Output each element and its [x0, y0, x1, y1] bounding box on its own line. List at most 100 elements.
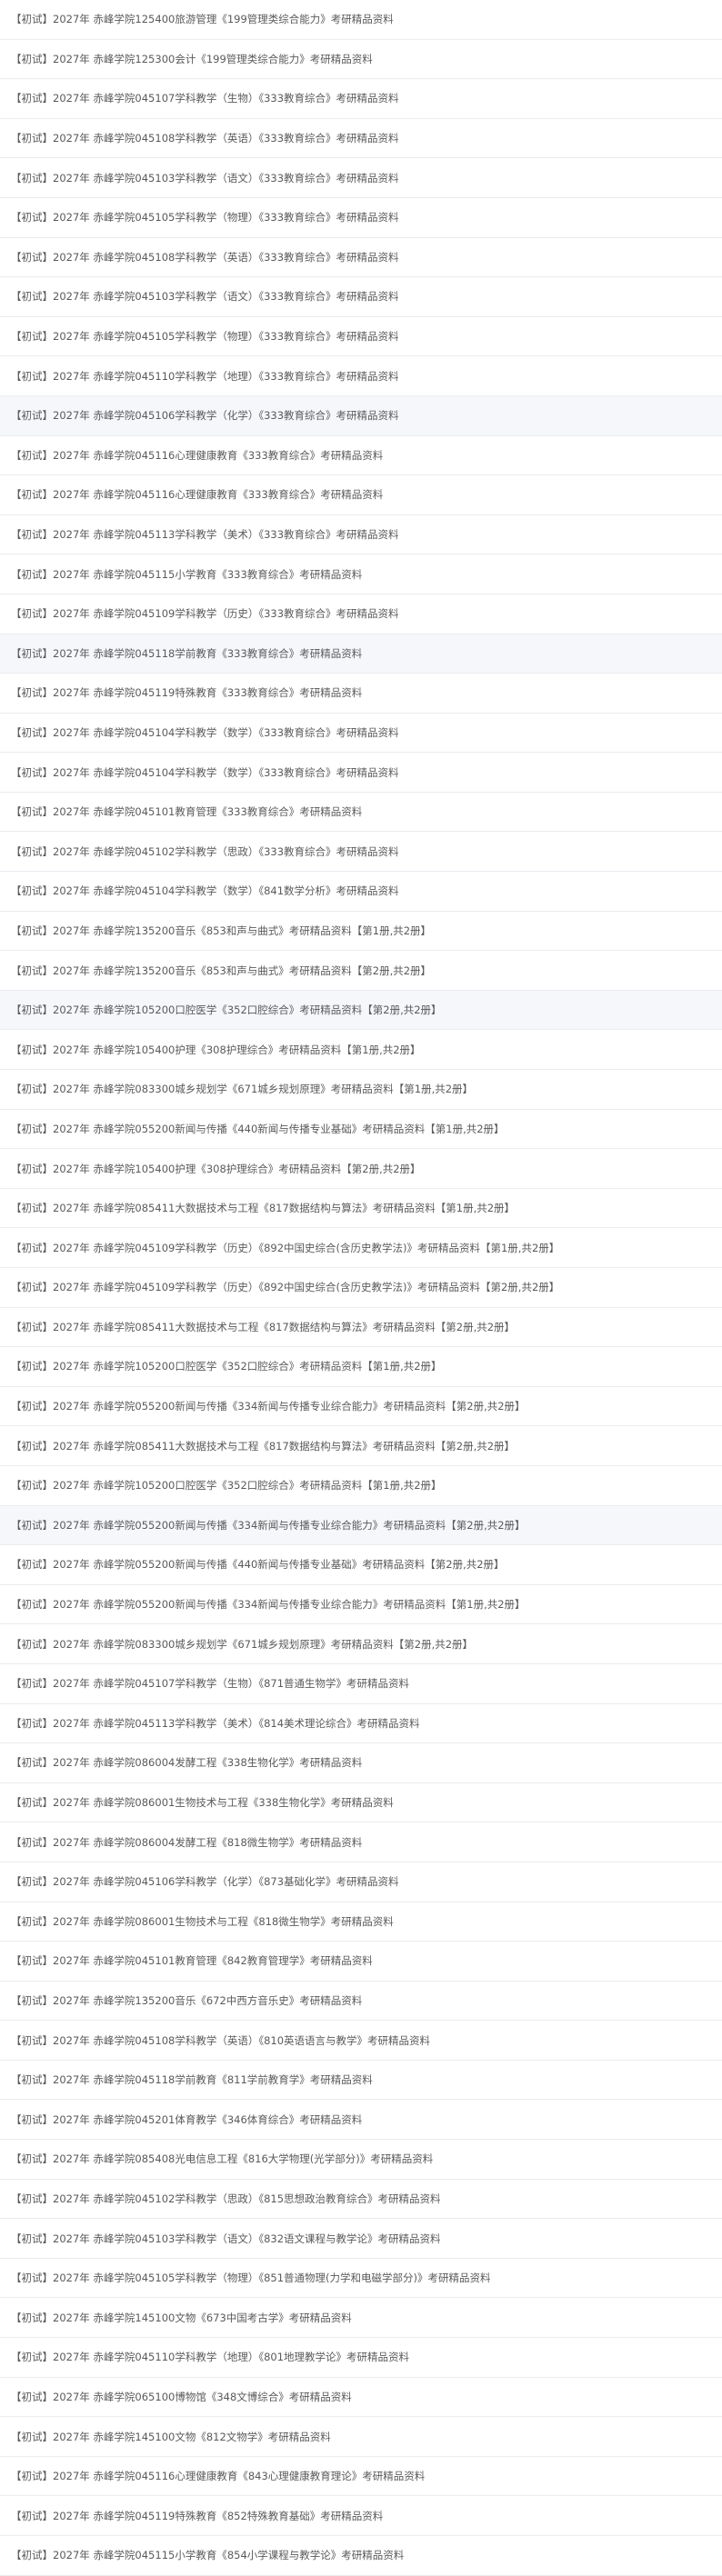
resource-link[interactable]: 【初试】2027年 赤峰学院055200新闻与传播《334新闻与传播专业综合能力…: [11, 1399, 526, 1413]
list-item: 【初试】2027年 赤峰学院045107学科教学（生物）《871普通生物学》考研…: [0, 1664, 722, 1704]
list-item: 【初试】2027年 赤峰学院086001生物技术与工程《338生物化学》考研精品…: [0, 1783, 722, 1823]
resource-link[interactable]: 【初试】2027年 赤峰学院045102学科教学（思政）《815思想政治教育综合…: [11, 2192, 441, 2206]
list-item: 【初试】2027年 赤峰学院105200口腔医学《352口腔综合》考研精品资料【…: [0, 1466, 722, 1506]
list-item: 【初试】2027年 赤峰学院045108学科教学（英语）《810英语语言与教学》…: [0, 2021, 722, 2061]
resource-link[interactable]: 【初试】2027年 赤峰学院045109学科教学（历史）《892中国史综合(含历…: [11, 1280, 559, 1294]
resource-link[interactable]: 【初试】2027年 赤峰学院085408光电信息工程《816大学物理(光学部分)…: [11, 2152, 433, 2166]
resource-link[interactable]: 【初试】2027年 赤峰学院125300会计《199管理类综合能力》考研精品资料: [11, 52, 373, 66]
resource-link[interactable]: 【初试】2027年 赤峰学院135200音乐《853和声与曲式》考研精品资料【第…: [11, 964, 431, 978]
list-item: 【初试】2027年 赤峰学院045108学科教学（英语）《333教育综合》考研精…: [0, 119, 722, 159]
list-item: 【初试】2027年 赤峰学院045105学科教学（物理）《333教育综合》考研精…: [0, 198, 722, 238]
resource-link[interactable]: 【初试】2027年 赤峰学院045104学科教学（数学）《841数学分析》考研精…: [11, 884, 399, 898]
list-item: 【初试】2027年 赤峰学院045107学科教学（生物）《333教育综合》考研精…: [0, 79, 722, 119]
list-item: 【初试】2027年 赤峰学院145100文物《673中国考古学》考研精品资料: [0, 2298, 722, 2339]
resource-link[interactable]: 【初试】2027年 赤峰学院045110学科教学（地理）《801地理教学论》考研…: [11, 2350, 409, 2364]
list-item: 【初试】2027年 赤峰学院045109学科教学（历史）《892中国史综合(含历…: [0, 1268, 722, 1308]
resource-link[interactable]: 【初试】2027年 赤峰学院045102学科教学（思政）《333教育综合》考研精…: [11, 844, 399, 859]
resource-link[interactable]: 【初试】2027年 赤峰学院045113学科教学（美术）《814美术理论综合》考…: [11, 1716, 420, 1731]
resource-link[interactable]: 【初试】2027年 赤峰学院105200口腔医学《352口腔综合》考研精品资料【…: [11, 1359, 442, 1373]
list-item: 【初试】2027年 赤峰学院055200新闻与传播《440新闻与传播专业基础》考…: [0, 1110, 722, 1150]
resource-link[interactable]: 【初试】2027年 赤峰学院083300城乡规划学《671城乡规划原理》考研精品…: [11, 1637, 473, 1652]
resource-link[interactable]: 【初试】2027年 赤峰学院045107学科教学（生物）《871普通生物学》考研…: [11, 1676, 409, 1691]
resource-link[interactable]: 【初试】2027年 赤峰学院055200新闻与传播《334新闻与传播专业综合能力…: [11, 1518, 526, 1533]
resource-link[interactable]: 【初试】2027年 赤峰学院045110学科教学（地理）《333教育综合》考研精…: [11, 369, 399, 384]
list-item: 【初试】2027年 赤峰学院045106学科教学（化学）《873基础化学》考研精…: [0, 1862, 722, 1902]
resource-link[interactable]: 【初试】2027年 赤峰学院045104学科教学（数学）《333教育综合》考研精…: [11, 725, 399, 740]
resource-link[interactable]: 【初试】2027年 赤峰学院105400护理《308护理综合》考研精品资料【第1…: [11, 1043, 421, 1057]
resource-link[interactable]: 【初试】2027年 赤峰学院085411大数据技术与工程《817数据结构与算法》…: [11, 1201, 515, 1215]
resource-link[interactable]: 【初试】2027年 赤峰学院045113学科教学（美术）《333教育综合》考研精…: [11, 527, 399, 542]
resource-link[interactable]: 【初试】2027年 赤峰学院045119特殊教育《852特殊教育基础》考研精品资…: [11, 2509, 383, 2523]
list-item: 【初试】2027年 赤峰学院045118学前教育《811学前教育学》考研精品资料: [0, 2061, 722, 2101]
list-item: 【初试】2027年 赤峰学院105200口腔医学《352口腔综合》考研精品资料【…: [0, 990, 722, 1031]
resource-link[interactable]: 【初试】2027年 赤峰学院045109学科教学（历史）《333教育综合》考研精…: [11, 606, 399, 621]
list-item: 【初试】2027年 赤峰学院085411大数据技术与工程《817数据结构与算法》…: [0, 1426, 722, 1466]
resource-link[interactable]: 【初试】2027年 赤峰学院125400旅游管理《199管理类综合能力》考研精品…: [11, 12, 394, 26]
list-item: 【初试】2027年 赤峰学院045108学科教学（英语）《333教育综合》考研精…: [0, 238, 722, 278]
resource-link[interactable]: 【初试】2027年 赤峰学院045118学前教育《811学前教育学》考研精品资料: [11, 2072, 373, 2087]
resource-link[interactable]: 【初试】2027年 赤峰学院085411大数据技术与工程《817数据结构与算法》…: [11, 1320, 515, 1334]
list-item: 【初试】2027年 赤峰学院125400旅游管理《199管理类综合能力》考研精品…: [0, 0, 722, 40]
list-item: 【初试】2027年 赤峰学院105400护理《308护理综合》考研精品资料【第1…: [0, 1030, 722, 1071]
resource-link[interactable]: 【初试】2027年 赤峰学院045103学科教学（语文）《333教育综合》考研精…: [11, 289, 399, 304]
list-item: 【初试】2027年 赤峰学院065100博物馆《348文博综合》考研精品资料: [0, 2378, 722, 2418]
resource-link[interactable]: 【初试】2027年 赤峰学院065100博物馆《348文博综合》考研精品资料: [11, 2390, 352, 2404]
resource-link[interactable]: 【初试】2027年 赤峰学院055200新闻与传播《334新闻与传播专业综合能力…: [11, 1597, 526, 1612]
resource-link[interactable]: 【初试】2027年 赤峰学院045118学前教育《333教育综合》考研精品资料: [11, 646, 362, 661]
resource-link[interactable]: 【初试】2027年 赤峰学院045105学科教学（物理）《333教育综合》考研精…: [11, 329, 399, 344]
resource-link[interactable]: 【初试】2027年 赤峰学院086001生物技术与工程《818微生物学》考研精品…: [11, 1914, 394, 1929]
list-item: 【初试】2027年 赤峰学院055200新闻与传播《334新闻与传播专业综合能力…: [0, 1387, 722, 1427]
resource-list: 【初试】2027年 赤峰学院125400旅游管理《199管理类综合能力》考研精品…: [0, 0, 722, 2576]
resource-link[interactable]: 【初试】2027年 赤峰学院045105学科教学（物理）《851普通物理(力学和…: [11, 2271, 491, 2285]
list-item: 【初试】2027年 赤峰学院045115小学教育《333教育综合》考研精品资料: [0, 554, 722, 594]
resource-link[interactable]: 【初试】2027年 赤峰学院105200口腔医学《352口腔综合》考研精品资料【…: [11, 1003, 442, 1017]
resource-link[interactable]: 【初试】2027年 赤峰学院045105学科教学（物理）《333教育综合》考研精…: [11, 210, 399, 225]
resource-link[interactable]: 【初试】2027年 赤峰学院105200口腔医学《352口腔综合》考研精品资料【…: [11, 1478, 442, 1493]
resource-link[interactable]: 【初试】2027年 赤峰学院135200音乐《853和声与曲式》考研精品资料【第…: [11, 924, 431, 938]
resource-link[interactable]: 【初试】2027年 赤峰学院045106学科教学（化学）《873基础化学》考研精…: [11, 1874, 399, 1889]
resource-link[interactable]: 【初试】2027年 赤峰学院145100文物《812文物学》考研精品资料: [11, 2430, 331, 2444]
resource-link[interactable]: 【初试】2027年 赤峰学院045107学科教学（生物）《333教育综合》考研精…: [11, 91, 399, 105]
list-item: 【初试】2027年 赤峰学院145100文物《812文物学》考研精品资料: [0, 2417, 722, 2457]
resource-link[interactable]: 【初试】2027年 赤峰学院045108学科教学（英语）《810英语语言与教学》…: [11, 2033, 430, 2048]
list-item: 【初试】2027年 赤峰学院045101教育管理《333教育综合》考研精品资料: [0, 793, 722, 833]
resource-link[interactable]: 【初试】2027年 赤峰学院045116心理健康教育《333教育综合》考研精品资…: [11, 487, 383, 502]
list-item: 【初试】2027年 赤峰学院085408光电信息工程《816大学物理(光学部分)…: [0, 2140, 722, 2180]
list-item: 【初试】2027年 赤峰学院125300会计《199管理类综合能力》考研精品资料: [0, 40, 722, 80]
resource-link[interactable]: 【初试】2027年 赤峰学院045103学科教学（语文）《333教育综合》考研精…: [11, 171, 399, 185]
resource-link[interactable]: 【初试】2027年 赤峰学院045101教育管理《842教育管理学》考研精品资料: [11, 1953, 373, 1968]
resource-link[interactable]: 【初试】2027年 赤峰学院045116心理健康教育《333教育综合》考研精品资…: [11, 448, 383, 463]
resource-link[interactable]: 【初试】2027年 赤峰学院045201体育教学《346体育综合》考研精品资料: [11, 2112, 362, 2127]
list-item: 【初试】2027年 赤峰学院135200音乐《853和声与曲式》考研精品资料【第…: [0, 951, 722, 991]
resource-link[interactable]: 【初试】2027年 赤峰学院145100文物《673中国考古学》考研精品资料: [11, 2311, 352, 2325]
resource-link[interactable]: 【初试】2027年 赤峰学院045103学科教学（语文）《832语文课程与教学论…: [11, 2232, 441, 2246]
list-item: 【初试】2027年 赤峰学院045113学科教学（美术）《333教育综合》考研精…: [0, 515, 722, 555]
list-item: 【初试】2027年 赤峰学院045103学科教学（语文）《333教育综合》考研精…: [0, 277, 722, 317]
resource-link[interactable]: 【初试】2027年 赤峰学院045104学科教学（数学）《333教育综合》考研精…: [11, 765, 399, 780]
resource-link[interactable]: 【初试】2027年 赤峰学院135200音乐《672中西方音乐史》考研精品资料: [11, 1993, 362, 2008]
resource-link[interactable]: 【初试】2027年 赤峰学院105400护理《308护理综合》考研精品资料【第2…: [11, 1162, 421, 1176]
list-item: 【初试】2027年 赤峰学院045109学科教学（历史）《333教育综合》考研精…: [0, 594, 722, 634]
resource-link[interactable]: 【初试】2027年 赤峰学院086001生物技术与工程《338生物化学》考研精品…: [11, 1795, 394, 1810]
list-item: 【初试】2027年 赤峰学院083300城乡规划学《671城乡规划原理》考研精品…: [0, 1624, 722, 1664]
resource-link[interactable]: 【初试】2027年 赤峰学院055200新闻与传播《440新闻与传播专业基础》考…: [11, 1122, 505, 1136]
list-item: 【初试】2027年 赤峰学院045103学科教学（语文）《333教育综合》考研精…: [0, 158, 722, 198]
resource-link[interactable]: 【初试】2027年 赤峰学院045106学科教学（化学）《333教育综合》考研精…: [11, 408, 399, 423]
resource-link[interactable]: 【初试】2027年 赤峰学院045115小学教育《333教育综合》考研精品资料: [11, 567, 362, 582]
resource-link[interactable]: 【初试】2027年 赤峰学院045108学科教学（英语）《333教育综合》考研精…: [11, 131, 399, 145]
list-item: 【初试】2027年 赤峰学院055200新闻与传播《334新闻与传播专业综合能力…: [0, 1505, 722, 1546]
resource-link[interactable]: 【初试】2027年 赤峰学院086004发酵工程《818微生物学》考研精品资料: [11, 1835, 362, 1850]
resource-link[interactable]: 【初试】2027年 赤峰学院045109学科教学（历史）《892中国史综合(含历…: [11, 1241, 559, 1255]
list-item: 【初试】2027年 赤峰学院105200口腔医学《352口腔综合》考研精品资料【…: [0, 1347, 722, 1387]
resource-link[interactable]: 【初试】2027年 赤峰学院085411大数据技术与工程《817数据结构与算法》…: [11, 1439, 515, 1453]
resource-link[interactable]: 【初试】2027年 赤峰学院086004发酵工程《338生物化学》考研精品资料: [11, 1755, 362, 1770]
resource-link[interactable]: 【初试】2027年 赤峰学院045115小学教育《854小学课程与教学论》考研精…: [11, 2548, 404, 2562]
resource-link[interactable]: 【初试】2027年 赤峰学院045108学科教学（英语）《333教育综合》考研精…: [11, 250, 399, 265]
resource-link[interactable]: 【初试】2027年 赤峰学院045116心理健康教育《843心理健康教育理论》考…: [11, 2469, 425, 2483]
resource-link[interactable]: 【初试】2027年 赤峰学院045119特殊教育《333教育综合》考研精品资料: [11, 685, 362, 700]
resource-link[interactable]: 【初试】2027年 赤峰学院083300城乡规划学《671城乡规划原理》考研精品…: [11, 1082, 473, 1096]
list-item: 【初试】2027年 赤峰学院045102学科教学（思政）《333教育综合》考研精…: [0, 832, 722, 873]
resource-link[interactable]: 【初试】2027年 赤峰学院055200新闻与传播《440新闻与传播专业基础》考…: [11, 1557, 505, 1572]
list-item: 【初试】2027年 赤峰学院085411大数据技术与工程《817数据结构与算法》…: [0, 1189, 722, 1229]
resource-link[interactable]: 【初试】2027年 赤峰学院045101教育管理《333教育综合》考研精品资料: [11, 804, 362, 819]
